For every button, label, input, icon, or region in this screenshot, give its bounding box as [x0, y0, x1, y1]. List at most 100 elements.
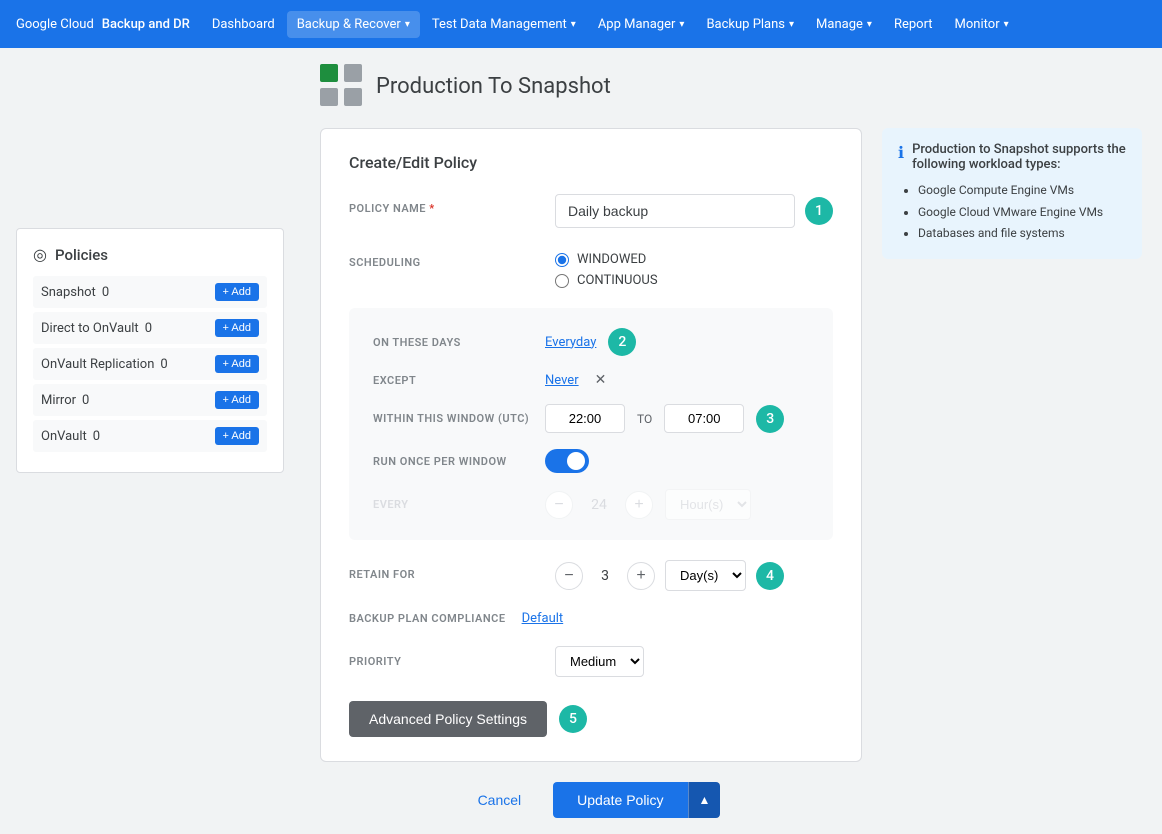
priority-select[interactable]: Medium High Low: [555, 646, 644, 677]
to-label: TO: [637, 412, 652, 426]
run-once-toggle[interactable]: [545, 449, 589, 473]
nav-item-dashboard[interactable]: Dashboard: [202, 11, 285, 38]
step-2-badge: 2: [608, 328, 636, 356]
nav-item-manage[interactable]: Manage▾: [806, 11, 882, 38]
compliance-label: BACKUP PLAN COMPLIANCE: [349, 612, 506, 625]
policy-name-row: POLICY NAME * 1: [349, 194, 833, 228]
run-once-row: RUN ONCE PER WINDOW: [373, 449, 809, 473]
every-decrement-button[interactable]: −: [545, 491, 573, 519]
brand-product: Backup and DR: [102, 17, 190, 32]
run-once-label: RUN ONCE PER WINDOW: [373, 455, 533, 468]
info-panel-title: Production to Snapshot supports the foll…: [912, 142, 1126, 172]
info-list-item: Google Compute Engine VMs: [918, 180, 1126, 202]
retain-unit-select[interactable]: Day(s): [665, 560, 746, 591]
priority-row: PRIORITY Medium High Low: [349, 646, 833, 677]
cancel-button[interactable]: Cancel: [462, 782, 538, 818]
retain-counter: − 3 +: [555, 562, 655, 590]
compliance-row: BACKUP PLAN COMPLIANCE Default: [349, 611, 833, 626]
on-these-days-value[interactable]: Everyday: [545, 335, 596, 350]
icon-sq-gray-1: [344, 64, 362, 82]
policy-name-input[interactable]: [555, 194, 795, 228]
nav-item-monitor[interactable]: Monitor▾: [945, 11, 1019, 38]
icon-sq-gray-3: [344, 88, 362, 106]
policy-row-direct-onvault: Direct to OnVault 0 + Add: [33, 312, 267, 344]
policy-row-snapshot: Snapshot 0 + Add: [33, 276, 267, 308]
info-icon: ℹ: [898, 143, 904, 162]
step-3-badge: 3: [756, 405, 784, 433]
retain-for-row: RETAIN FOR − 3 + Day(s) 4: [349, 560, 833, 591]
update-policy-arrow-button[interactable]: ▲: [688, 782, 721, 818]
every-increment-button[interactable]: +: [625, 491, 653, 519]
scheduling-control: WINDOWED CONTINUOUS: [555, 248, 833, 288]
page-title: Production To Snapshot: [376, 74, 611, 99]
policy-name-control: 1: [555, 194, 833, 228]
compliance-value[interactable]: Default: [522, 611, 564, 626]
policy-name-label: POLICY NAME *: [349, 194, 539, 215]
nav-item-app-manager[interactable]: App Manager▾: [588, 11, 695, 38]
retain-value: 3: [591, 568, 619, 584]
toggle-slider: [545, 449, 589, 473]
policies-icon: ◎: [33, 245, 47, 264]
nav-item-report[interactable]: Report: [884, 11, 943, 38]
icon-sq-teal-1: [320, 64, 338, 82]
top-navigation: Google Cloud Backup and DR Dashboard Bac…: [0, 0, 1162, 48]
radio-windowed[interactable]: WINDOWED: [555, 252, 833, 267]
page-icon: [320, 64, 364, 108]
nav-item-backup-plans[interactable]: Backup Plans▾: [696, 11, 804, 38]
icon-sq-gray-2: [320, 88, 338, 106]
brand-gcloud: Google Cloud: [16, 17, 94, 32]
add-onvault-replication-button[interactable]: + Add: [215, 355, 259, 373]
retain-decrement-button[interactable]: −: [555, 562, 583, 590]
info-list: Google Compute Engine VMs Google Cloud V…: [898, 180, 1126, 245]
nav-item-backup-recover[interactable]: Backup & Recover▾: [287, 11, 420, 38]
every-value: 24: [585, 497, 613, 513]
chevron-down-icon: ▾: [571, 19, 576, 30]
every-label: EVERY: [373, 498, 533, 511]
update-policy-button[interactable]: Update Policy: [553, 782, 687, 818]
retain-increment-button[interactable]: +: [627, 562, 655, 590]
policies-title: ◎ Policies: [33, 245, 267, 264]
step-1-badge: 1: [805, 197, 833, 225]
time-to-input[interactable]: [664, 404, 744, 433]
step-5-badge: 5: [559, 705, 587, 733]
retain-for-control: − 3 + Day(s) 4: [555, 560, 833, 591]
step-4-badge: 4: [756, 562, 784, 590]
info-panel-header: ℹ Production to Snapshot supports the fo…: [898, 142, 1126, 172]
form-panel-title: Create/Edit Policy: [349, 153, 833, 172]
retain-for-label: RETAIN FOR: [349, 560, 539, 581]
on-these-days-label: ON THESE DAYS: [373, 336, 533, 349]
chevron-down-icon: ▾: [867, 19, 872, 30]
chevron-down-icon: ▾: [789, 19, 794, 30]
on-these-days-row: ON THESE DAYS Everyday 2: [373, 328, 809, 356]
advanced-policy-settings-button[interactable]: Advanced Policy Settings: [349, 701, 547, 737]
info-list-item: Google Cloud VMware Engine VMs: [918, 202, 1126, 224]
brand-logo: Google Cloud Backup and DR: [16, 17, 190, 32]
time-from-input[interactable]: [545, 404, 625, 433]
main-col: Create/Edit Policy POLICY NAME * 1 S: [320, 128, 862, 818]
within-window-row: WITHIN THIS WINDOW (UTC) TO 3: [373, 404, 809, 433]
add-mirror-button[interactable]: + Add: [215, 391, 259, 409]
scheduling-row: SCHEDULING WINDOWED CONTINUOUS: [349, 248, 833, 288]
every-unit-select[interactable]: Hour(s): [665, 489, 751, 520]
info-list-item: Databases and file systems: [918, 223, 1126, 245]
except-row: EXCEPT Never ✕: [373, 372, 809, 388]
update-btn-group: Update Policy ▲: [553, 782, 720, 818]
policy-row-mirror: Mirror 0 + Add: [33, 384, 267, 416]
advanced-settings-row: Advanced Policy Settings 5: [349, 701, 833, 737]
add-direct-onvault-button[interactable]: + Add: [215, 319, 259, 337]
schedule-box: ON THESE DAYS Everyday 2 EXCEPT Never ✕: [349, 308, 833, 540]
info-panel: ℹ Production to Snapshot supports the fo…: [882, 128, 1142, 259]
nav-item-test-data[interactable]: Test Data Management▾: [422, 11, 586, 38]
content-area: Production To Snapshot Create/Edit Polic…: [300, 48, 1162, 834]
except-label: EXCEPT: [373, 374, 533, 387]
policy-row-onvault: OnVault 0 + Add: [33, 420, 267, 452]
sidebar: ◎ Policies Snapshot 0 + Add Direct to On…: [0, 48, 300, 834]
radio-continuous[interactable]: CONTINUOUS: [555, 273, 833, 288]
add-snapshot-button[interactable]: + Add: [215, 283, 259, 301]
add-onvault-button[interactable]: + Add: [215, 427, 259, 445]
except-value[interactable]: Never: [545, 373, 579, 388]
except-close-icon[interactable]: ✕: [595, 372, 607, 388]
policy-row-onvault-replication: OnVault Replication 0 + Add: [33, 348, 267, 380]
chevron-down-icon: ▾: [679, 19, 684, 30]
footer-actions: Cancel Update Policy ▲: [320, 782, 862, 818]
